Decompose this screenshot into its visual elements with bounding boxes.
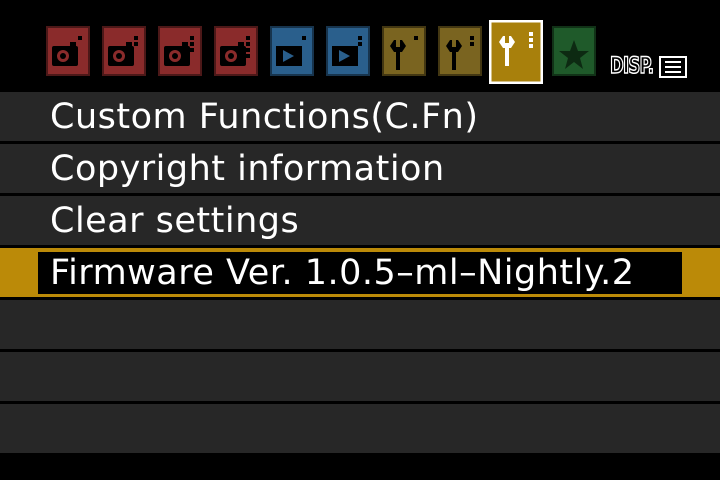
menu-item-label: Clear settings [50,201,300,241]
disp-label: DISP. [609,54,654,79]
playback-icon [270,26,314,76]
setup-menu-list: Custom Functions(C.Fn) Copyright informa… [0,92,720,456]
wrench-icon [382,26,426,76]
menu-item-empty [0,404,720,453]
menu-item-label: Firmware Ver. 1.0.5–ml–Nightly.2 [50,253,635,293]
camera-icon [158,26,202,76]
tab-playback-2[interactable] [326,26,370,76]
menu-list-icon [659,56,687,78]
wrench-icon [438,26,482,76]
star-icon [552,26,596,76]
camera-icon [102,26,146,76]
tab-shooting-2[interactable] [102,26,146,76]
camera-icon [46,26,90,76]
tab-setup-1[interactable] [382,26,426,76]
disp-button-hint: DISP. [609,54,687,79]
tab-playback-1[interactable] [270,26,314,76]
menu-item-empty [0,352,720,401]
menu-item-copyright-information[interactable]: Copyright information [0,144,720,193]
playback-icon [326,26,370,76]
camera-icon [214,26,258,76]
tab-my-menu[interactable] [552,26,596,76]
menu-item-firmware-version[interactable]: Firmware Ver. 1.0.5–ml–Nightly.2 [0,248,720,297]
tab-setup-2[interactable] [438,26,482,76]
tab-shooting-3[interactable] [158,26,202,76]
menu-item-label: Copyright information [50,149,445,189]
menu-item-label: Custom Functions(C.Fn) [50,97,479,137]
tab-shooting-4[interactable] [214,26,258,76]
wrench-icon [489,20,543,84]
tab-setup-3[interactable] [489,20,543,84]
menu-item-custom-functions[interactable]: Custom Functions(C.Fn) [0,92,720,141]
tab-shooting-1[interactable] [46,26,90,76]
menu-tab-bar: DISP. [0,0,720,92]
menu-item-clear-settings[interactable]: Clear settings [0,196,720,245]
menu-item-empty [0,300,720,349]
